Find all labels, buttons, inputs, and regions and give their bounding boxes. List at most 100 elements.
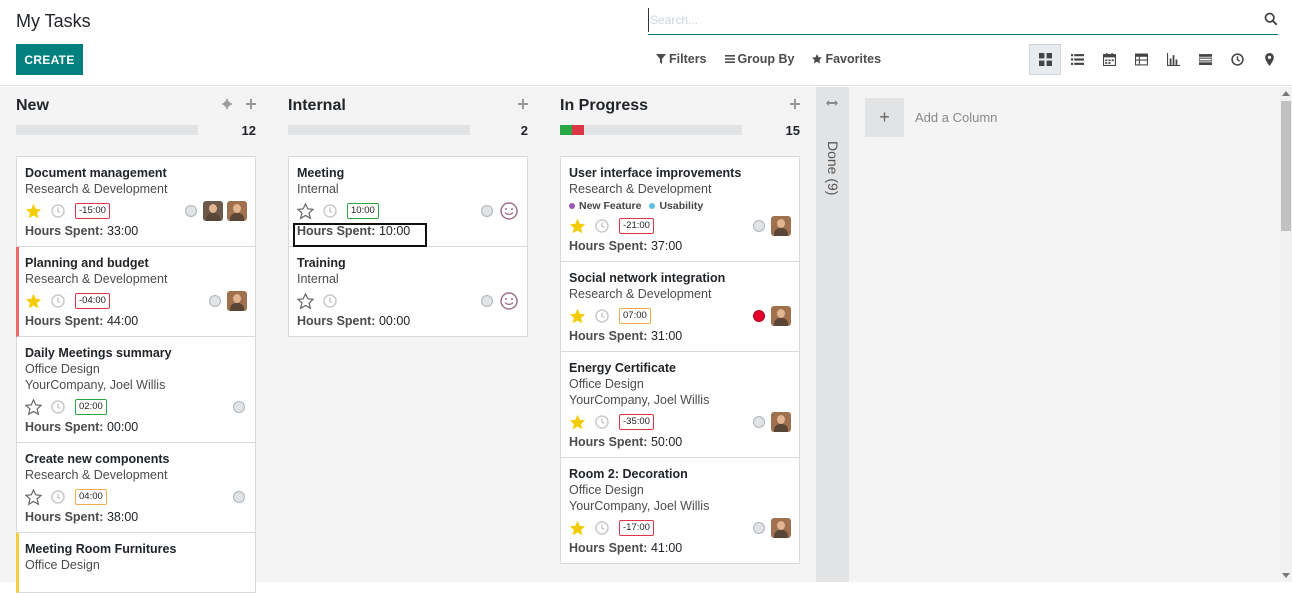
- plus-icon: +: [865, 98, 904, 137]
- kanban-state-icon[interactable]: [185, 205, 197, 217]
- activity-clock-icon[interactable]: [323, 204, 337, 218]
- column-progressbar[interactable]: [560, 125, 742, 135]
- avatar: [771, 412, 791, 432]
- activity-clock-icon[interactable]: [323, 294, 337, 308]
- progress-red[interactable]: [572, 125, 584, 135]
- task-project: Office Design: [25, 558, 100, 572]
- task-card[interactable]: Meeting Internal 10:00 Hours Spent: 10:0…: [288, 156, 528, 247]
- task-title: Planning and budget: [25, 256, 149, 270]
- activity-clock-icon[interactable]: [595, 219, 609, 233]
- activity-clock-icon[interactable]: [51, 400, 65, 414]
- task-project: Internal: [297, 182, 339, 196]
- star-filled-icon[interactable]: [569, 218, 586, 235]
- hours-value: 33:00: [106, 224, 139, 238]
- map-view-button[interactable]: [1253, 44, 1285, 75]
- scroll-down-arrow[interactable]: [1282, 573, 1290, 578]
- control-panel: My Tasks CREATE Filters Group By Favorit…: [0, 0, 1292, 86]
- activity-clock-icon[interactable]: [51, 204, 65, 218]
- plus-icon[interactable]: [518, 99, 528, 109]
- star-filled-icon[interactable]: [569, 308, 586, 325]
- activity-clock-icon[interactable]: [595, 309, 609, 323]
- column-actions: [222, 99, 256, 109]
- activity-clock-icon[interactable]: [595, 415, 609, 429]
- add-column-button[interactable]: + Add a Column: [865, 98, 997, 137]
- task-title: Create new components: [25, 452, 170, 466]
- scroll-thumb[interactable]: [1281, 101, 1291, 231]
- column-actions: [518, 99, 528, 109]
- task-card[interactable]: Meeting Room Furnitures Office Design: [16, 533, 256, 593]
- scroll-up-arrow[interactable]: [1282, 91, 1290, 96]
- calendar-view-button[interactable]: [1093, 44, 1125, 75]
- activity-clock-icon[interactable]: [595, 521, 609, 535]
- hours-spent: Hours Spent: 00:00: [297, 314, 519, 328]
- task-card[interactable]: Energy Certificate Office Design YourCom…: [560, 352, 800, 458]
- kanban-state-icon[interactable]: [753, 416, 765, 428]
- kanban-state-blocked-icon[interactable]: [753, 310, 765, 322]
- column-progressbar[interactable]: [288, 125, 470, 135]
- kanban-state-icon[interactable]: [233, 491, 245, 503]
- plus-icon[interactable]: [790, 99, 800, 109]
- task-project: Internal: [297, 272, 339, 286]
- activity-clock-icon[interactable]: [51, 294, 65, 308]
- task-project: Research & Development: [25, 182, 168, 196]
- pivot-view-button[interactable]: [1125, 44, 1157, 75]
- star-filled-icon[interactable]: [569, 414, 586, 431]
- task-card[interactable]: Create new components Research & Develop…: [16, 443, 256, 533]
- search-input[interactable]: [648, 8, 1248, 32]
- kanban-state-icon[interactable]: [233, 401, 245, 413]
- star-empty-icon[interactable]: [25, 398, 42, 416]
- plus-icon[interactable]: [246, 99, 256, 109]
- kanban-state-icon[interactable]: [753, 522, 765, 534]
- create-button[interactable]: CREATE: [16, 44, 83, 75]
- kanban-state-icon[interactable]: [481, 205, 493, 217]
- column-title[interactable]: Internal: [288, 97, 528, 115]
- column-title[interactable]: In Progress: [560, 97, 800, 115]
- task-card[interactable]: Social network integration Research & De…: [560, 262, 800, 352]
- filters-button[interactable]: Filters: [656, 52, 707, 66]
- task-card[interactable]: Planning and budget Research & Developme…: [16, 247, 256, 337]
- favorites-button[interactable]: Favorites: [812, 52, 881, 66]
- kanban-view-button[interactable]: [1029, 44, 1061, 75]
- star-empty-icon[interactable]: [297, 202, 314, 220]
- kanban-state-icon[interactable]: [481, 295, 493, 307]
- task-card[interactable]: Room 2: Decoration Office Design YourCom…: [560, 458, 800, 564]
- activity-view-button[interactable]: [1221, 44, 1253, 75]
- vertical-scrollbar[interactable]: [1280, 87, 1292, 582]
- column-count: 2: [520, 123, 528, 138]
- star-empty-icon[interactable]: [25, 488, 42, 506]
- star-empty-icon[interactable]: [297, 292, 314, 310]
- star-filled-icon[interactable]: [569, 520, 586, 537]
- column-progressbar[interactable]: [16, 125, 198, 135]
- gantt-view-button[interactable]: [1189, 44, 1221, 75]
- task-card[interactable]: Training Internal Hours Spent: 00:00: [288, 247, 528, 337]
- activity-clock-icon[interactable]: [51, 490, 65, 504]
- task-project: Research & Development: [569, 182, 712, 196]
- column-title[interactable]: New: [16, 97, 256, 115]
- deadline-badge: 10:00: [347, 203, 379, 219]
- star-filled-icon[interactable]: [25, 293, 42, 310]
- hours-label: Hours Spent:: [569, 239, 648, 253]
- hours-spent: Hours Spent: 00:00: [25, 420, 247, 434]
- group-by-button[interactable]: Group By: [724, 52, 794, 66]
- task-title: Meeting Room Furnitures: [25, 542, 177, 556]
- kanban-state-icon[interactable]: [753, 220, 765, 232]
- focus-highlight: [293, 223, 427, 247]
- card-list: Document management Research & Developme…: [16, 156, 256, 593]
- star-filled-icon[interactable]: [25, 203, 42, 220]
- graph-view-button[interactable]: [1157, 44, 1189, 75]
- gear-icon[interactable]: [222, 99, 232, 109]
- task-card[interactable]: User interface improvements Research & D…: [560, 156, 800, 262]
- task-card[interactable]: Document management Research & Developme…: [16, 156, 256, 247]
- tag: New Feature: [569, 200, 641, 212]
- task-card[interactable]: Daily Meetings summary Office Design You…: [16, 337, 256, 443]
- list-view-button[interactable]: [1061, 44, 1093, 75]
- folded-column-done[interactable]: Done (9): [816, 87, 849, 582]
- task-customer: YourCompany, Joel Willis: [569, 393, 710, 407]
- search-icon[interactable]: [1264, 12, 1278, 26]
- progress-green[interactable]: [560, 125, 572, 135]
- hours-value: 37:00: [650, 239, 683, 253]
- hours-spent: Hours Spent: 31:00: [569, 329, 791, 343]
- hours-spent: Hours Spent: 33:00: [25, 224, 247, 238]
- kanban-state-icon[interactable]: [209, 295, 221, 307]
- card-list: User interface improvements Research & D…: [560, 156, 800, 564]
